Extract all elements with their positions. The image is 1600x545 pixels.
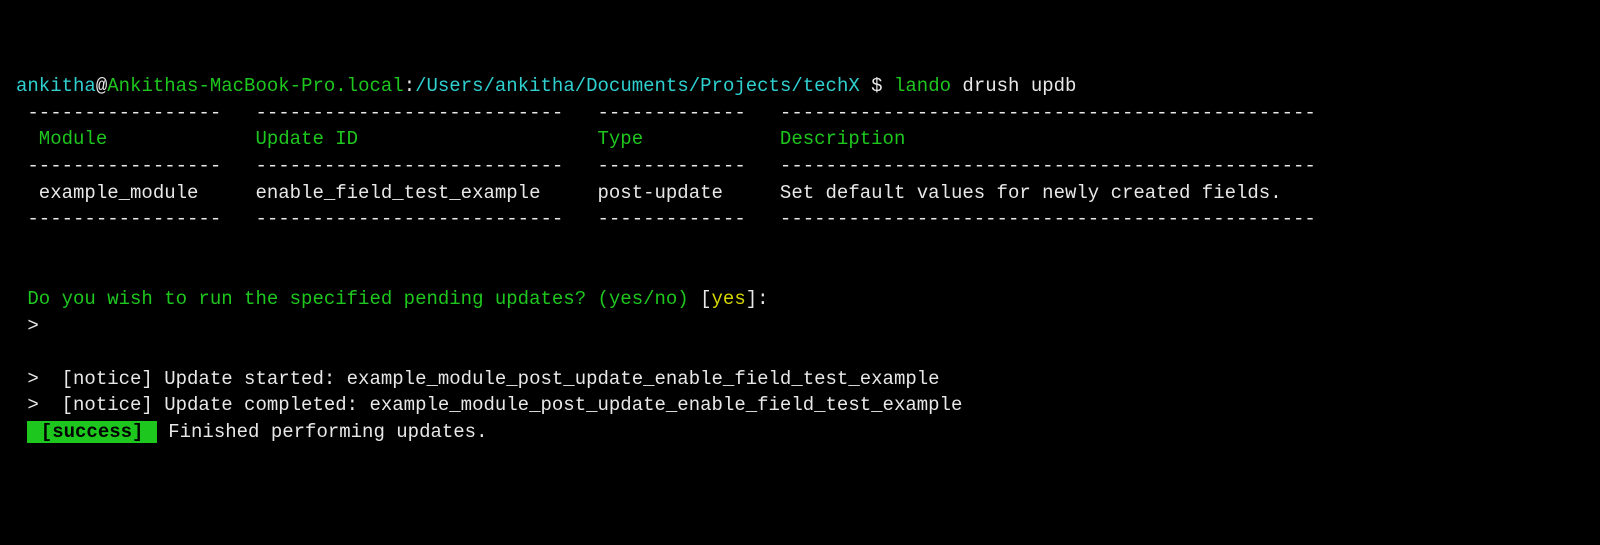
table-border-top: ----------------- ----------------------… xyxy=(16,102,1327,124)
confirm-caret[interactable]: > xyxy=(16,315,50,337)
prompt-user: ankitha xyxy=(16,75,96,97)
prompt-command-binary: lando xyxy=(894,75,951,97)
table-header: Module Update ID Type Description xyxy=(16,128,1327,150)
prompt-path: /Users/ankitha/Documents/Projects/techX xyxy=(415,75,860,97)
prompt-line: ankitha@Ankithas-MacBook-Pro.local:/User… xyxy=(16,75,1076,97)
prompt-host: Ankithas-MacBook-Pro.local xyxy=(107,75,403,97)
confirm-bracket-close: ]: xyxy=(746,288,769,310)
prompt-colon: : xyxy=(404,75,415,97)
prompt-command-args: drush updb xyxy=(951,75,1076,97)
table-border-mid: ----------------- ----------------------… xyxy=(16,155,1327,177)
notice-line-2: > [notice] Update completed: example_mod… xyxy=(16,394,962,416)
success-badge: [success] xyxy=(27,421,156,443)
terminal-output: ankitha@Ankithas-MacBook-Pro.local:/User… xyxy=(16,73,1584,445)
prompt-dollar: $ xyxy=(860,75,894,97)
table-row: example_module enable_field_test_example… xyxy=(16,182,1316,204)
confirm-question: Do you wish to run the specified pending… xyxy=(16,288,700,310)
confirm-bracket-open: [ xyxy=(700,288,711,310)
notice-line-1: > [notice] Update started: example_modul… xyxy=(16,368,940,390)
success-message: Finished performing updates. xyxy=(157,421,488,443)
confirm-line[interactable]: Do you wish to run the specified pending… xyxy=(16,288,769,310)
success-line: [success] Finished performing updates. xyxy=(16,421,487,443)
confirm-default: yes xyxy=(712,288,746,310)
table-border-bottom: ----------------- ----------------------… xyxy=(16,208,1327,230)
prompt-at: @ xyxy=(96,75,107,97)
